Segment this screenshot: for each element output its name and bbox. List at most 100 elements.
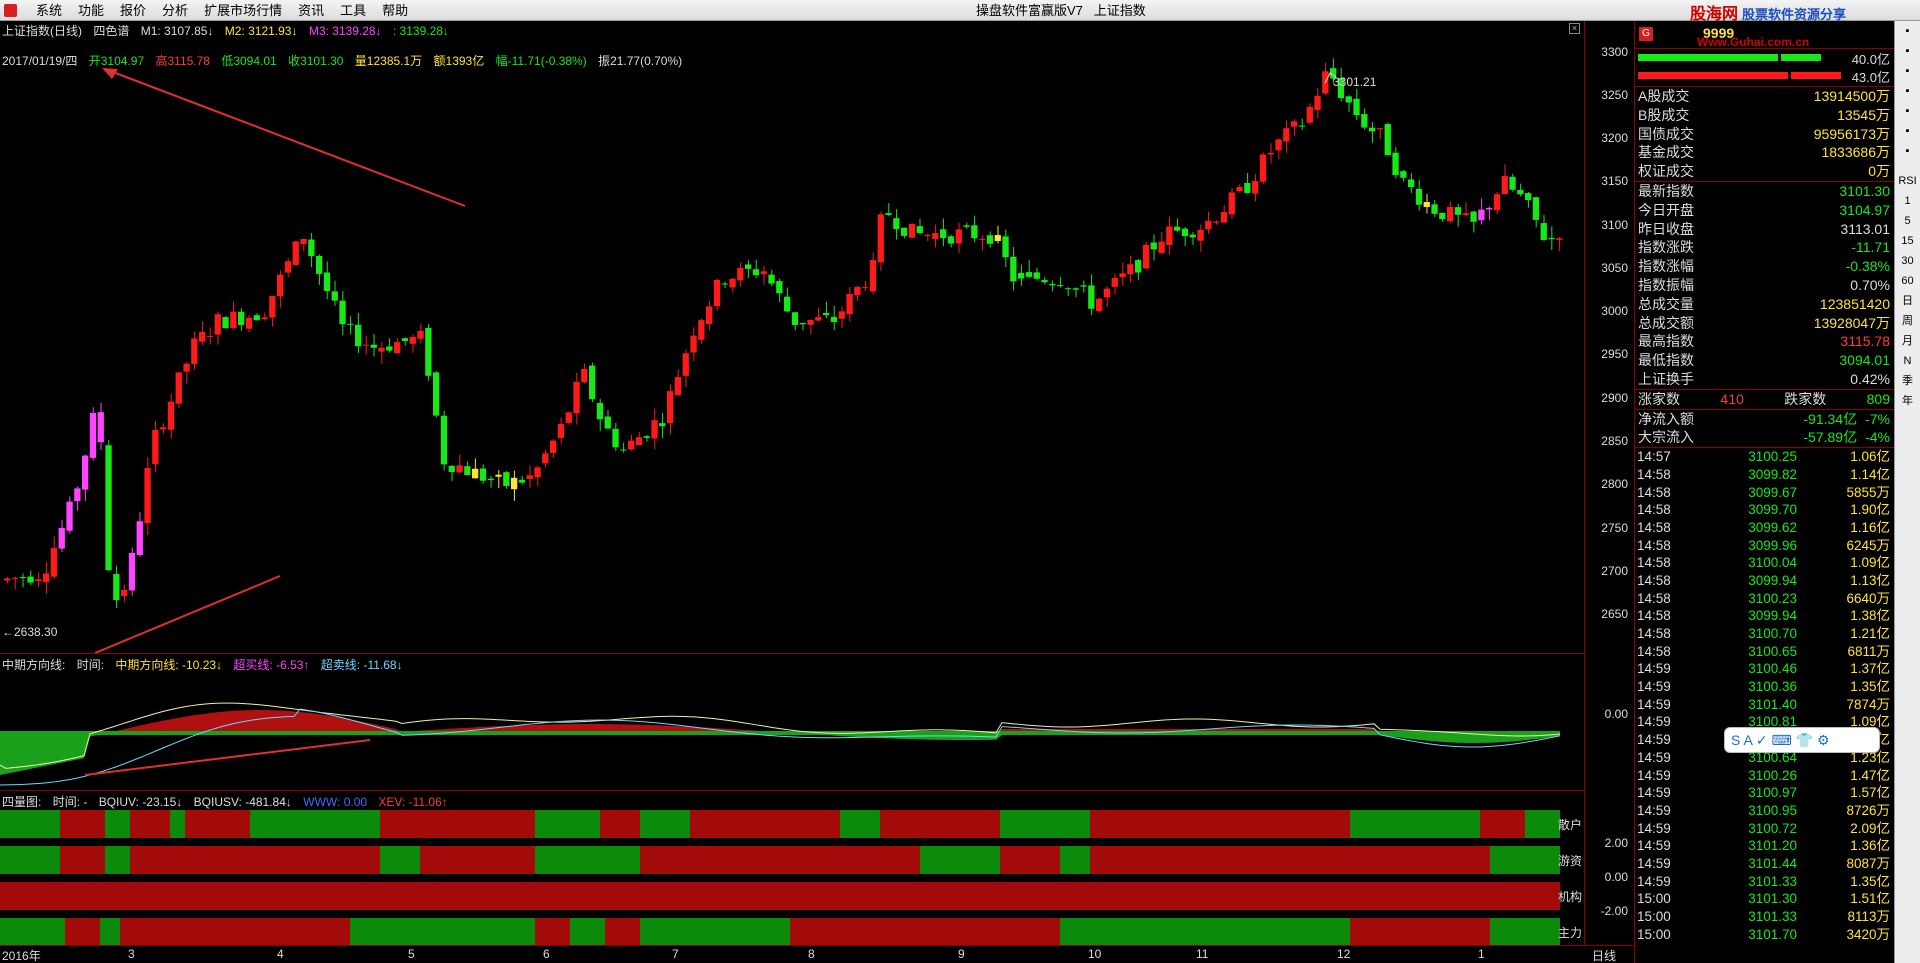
candle [238,308,245,331]
toolbar-item[interactable]: 60 [1895,271,1920,291]
quote-row: 昨日收盘 3113.01 [1635,220,1894,239]
menu-item[interactable]: 工具 [332,2,374,20]
up-count: 410 [1720,390,1744,407]
tick-price: 3100.04 [1748,555,1797,571]
min-price-label: ←2638.30 [2,625,58,639]
y-tick: 3050 [1601,260,1628,275]
quote-value: 3104.97 [1839,201,1890,218]
candle [183,362,190,384]
menu-bar: 系统 功能 报价 分析 扩展市场行情 资讯 工具 帮助 操盘软件富赢版V7 上证指数 股海网股… [0,0,1920,23]
toolbar-item[interactable]: 日 [1895,291,1920,311]
candle [362,335,370,355]
quote-label: 指数涨跌 [1638,239,1694,256]
tick-price: 3101.44 [1748,855,1797,871]
toolbar-item[interactable]: 季 [1895,371,1920,391]
quote-value: 3101.30 [1839,182,1890,199]
tick-time: 14:58 [1637,519,1671,535]
menu-item[interactable]: 分析 [154,2,196,20]
tick-price: 3100.70 [1748,626,1797,642]
volume-cell [380,810,535,838]
tick-row: 14:58 3099.82 1.14亿 [1635,466,1894,484]
x-tick: 2016年 [2,949,41,963]
tick-row: 14:58 3099.67 5855万 [1635,484,1894,502]
direction-line-chart[interactable]: 中期方向线: 时间: 中期方向线: -10.23↓ 超买线: -6.53↑ 超卖… [0,655,1584,790]
toolbar-item[interactable]: N [1895,351,1920,371]
four-volume-chart[interactable]: 四量图: 时间: - BQIUV: -23.15↓ BQIUSV: -481.8… [0,792,1584,945]
menu-item[interactable]: 资讯 [290,2,332,20]
panel-header: G 9999 Www.Guhai.com.cn [1635,21,1894,49]
toolbar-item[interactable]: 月 [1895,331,1920,351]
candle [1244,172,1251,194]
toolbar-item[interactable]: 1 [1895,191,1920,211]
period-label[interactable]: 日线 [1592,947,1616,963]
tick-row: 14:59 3100.36 1.35亿 [1635,678,1894,696]
tool-icon[interactable]: ▪ [1895,61,1920,81]
menu-item[interactable]: 报价 [112,2,154,20]
candle [706,300,713,331]
toolbar-item[interactable]: 15 [1895,231,1920,251]
candle [1072,287,1079,297]
tick-price: 3099.94 [1748,608,1797,624]
brand-sub: 股票软件资源分享 [1742,7,1847,22]
flow-percent: -7% [1865,410,1890,427]
candle [908,223,916,238]
quote-value: 3113.01 [1840,220,1890,237]
volume-cell [60,810,105,838]
tick-row: 14:59 3101.33 1.35亿 [1635,873,1894,891]
tool-icon[interactable]: ▪ [1895,41,1920,61]
bar2-value: 43.0亿 [1851,70,1890,85]
tick-volume: 1.51亿 [1850,891,1890,907]
candle [1556,237,1563,251]
candle [316,254,323,285]
kline-chart[interactable]: 上证指数(日线) 四色谱 M1: 3107.85↓ M2: 3121.93↓ M… [0,21,1584,653]
candle [105,439,112,572]
menu-item[interactable]: 功能 [70,2,112,20]
g-icon[interactable]: G [1639,27,1653,41]
row-label-hot-money: 游资 [1557,854,1582,868]
candle [269,295,276,327]
tick-list[interactable]: 14:57 3100.25 1.06亿 14:58 3099.82 1.14亿 14:58 3… [1635,448,1894,943]
candle [425,323,432,381]
y-tick: 3300 [1601,44,1628,59]
toolbar-item[interactable]: RSI [1895,171,1920,191]
volume-table: A股成交 13914500万 B股成交 13545万 国债成交 95956173万 基金成交… [1635,87,1894,182]
candle [1392,147,1399,179]
volume-cell [105,846,130,874]
quote-value: -0.38% [1845,258,1890,275]
menu-item[interactable]: 系统 [28,2,70,20]
tool-icon[interactable]: ▪ [1895,141,1920,161]
tick-time: 14:59 [1637,661,1671,677]
tool-icon[interactable]: ▪ [1895,21,1920,41]
toolbar-item[interactable]: 周 [1895,311,1920,331]
tool-icon[interactable]: ▪ [1895,121,1920,141]
max-price-label: 3301.21 [1333,75,1377,89]
tool-icon[interactable]: ▪ [1895,101,1920,121]
candle [1064,287,1072,296]
toolbar-item[interactable]: 年 [1895,391,1920,411]
candle [799,322,806,331]
volume-cell [690,810,840,838]
tick-price: 3100.26 [1748,767,1797,783]
menu-item[interactable]: 帮助 [374,2,416,20]
annotation-arrow [94,575,281,653]
toolbar-item[interactable]: 30 [1895,251,1920,271]
candle [1376,127,1384,140]
y-tick: 2750 [1601,520,1628,535]
close-icon[interactable]: × [1569,23,1580,34]
ime-toolbar[interactable]: S A ✓ ⌨ 👕 ⚙ [1724,727,1880,753]
volume-row: B股成交 13545万 [1635,106,1894,125]
volume-cell [1350,918,1490,945]
y-tick: 3000 [1601,304,1628,319]
candle [1447,201,1454,224]
app-logo-icon[interactable] [4,4,17,17]
volume-cell [1090,810,1350,838]
tick-time: 14:58 [1637,466,1671,482]
volume-row: 国债成交 95956173万 [1635,125,1894,144]
tick-time: 14:58 [1637,608,1671,624]
tool-icon[interactable]: ▪ [1895,81,1920,101]
tick-price: 3099.67 [1748,484,1797,500]
toolbar-item[interactable]: 5 [1895,211,1920,231]
dir-zero-tick: 0.00 [1604,707,1628,721]
tick-price: 3100.65 [1748,643,1797,659]
menu-item[interactable]: 扩展市场行情 [196,2,290,20]
